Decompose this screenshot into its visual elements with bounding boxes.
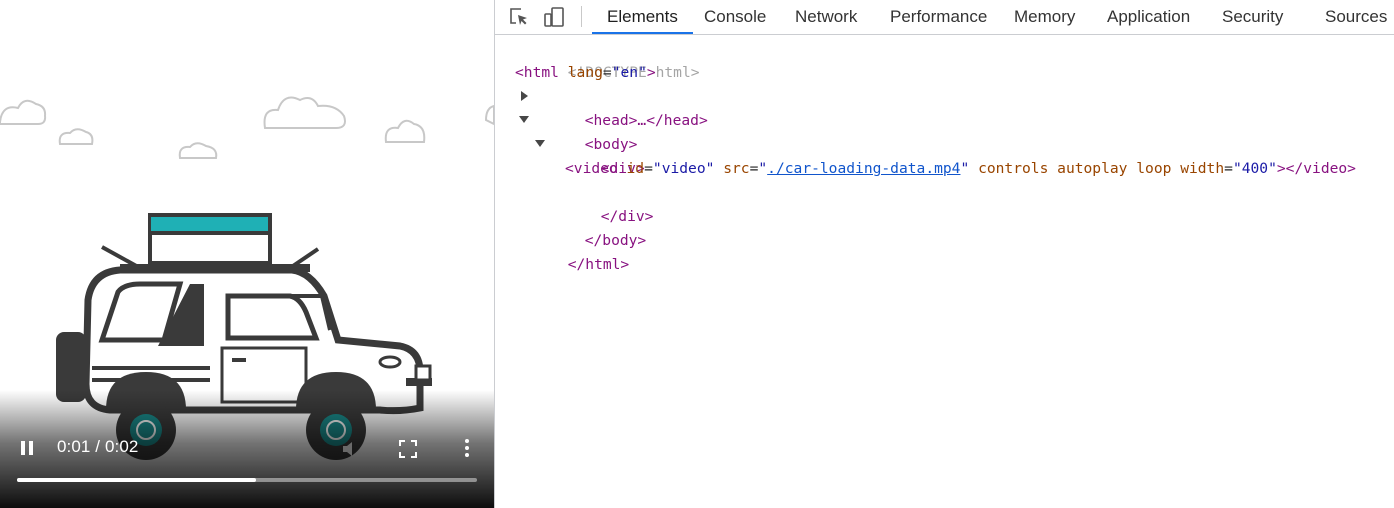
video-time-display: 0:01 / 0:02 [57,437,139,456]
volume-icon[interactable] [340,438,362,460]
collapse-body-arrow-icon[interactable] [519,116,529,123]
tab-performance[interactable]: Performance [890,0,987,34]
toolbar-divider [581,6,582,27]
device-toolbar-icon[interactable] [543,6,565,28]
video-player[interactable]: 0:01 / 0:02 [0,0,494,508]
dom-tree: <!DOCTYPE html> <html lang="en"> <head>…… [495,35,1394,508]
dom-node-html-close[interactable]: </html> [515,229,630,301]
tab-security[interactable]: Security [1222,0,1283,34]
tab-sources[interactable]: Sources [1325,0,1387,34]
tab-network[interactable]: Network [795,0,857,34]
devtools-panel: Elements Console Network Performance Mem… [494,0,1394,508]
video-seek-bar[interactable] [17,478,477,482]
inspect-element-icon[interactable] [508,6,530,28]
video-seek-progress [17,478,257,482]
dom-node-video[interactable]: <video id="video" src="./car-loading-dat… [565,157,1356,181]
tab-console[interactable]: Console [704,0,766,34]
pause-icon-bar-right [29,441,33,455]
tab-application[interactable]: Application [1107,0,1190,34]
expand-head-arrow-icon[interactable] [521,91,528,101]
fullscreen-icon[interactable] [399,440,417,458]
collapse-div-arrow-icon[interactable] [535,140,545,147]
tab-elements[interactable]: Elements [592,0,693,34]
tab-memory[interactable]: Memory [1014,0,1075,34]
clouds [0,96,494,159]
devtools-toolbar: Elements Console Network Performance Mem… [495,0,1394,35]
pause-icon-bar-left [21,441,25,455]
dom-node-html[interactable]: <html lang="en"> [515,61,656,85]
pause-button[interactable] [18,440,38,458]
video-src-link[interactable]: ./car-loading-data.mp4 [767,160,960,177]
more-options-icon[interactable] [463,439,471,459]
